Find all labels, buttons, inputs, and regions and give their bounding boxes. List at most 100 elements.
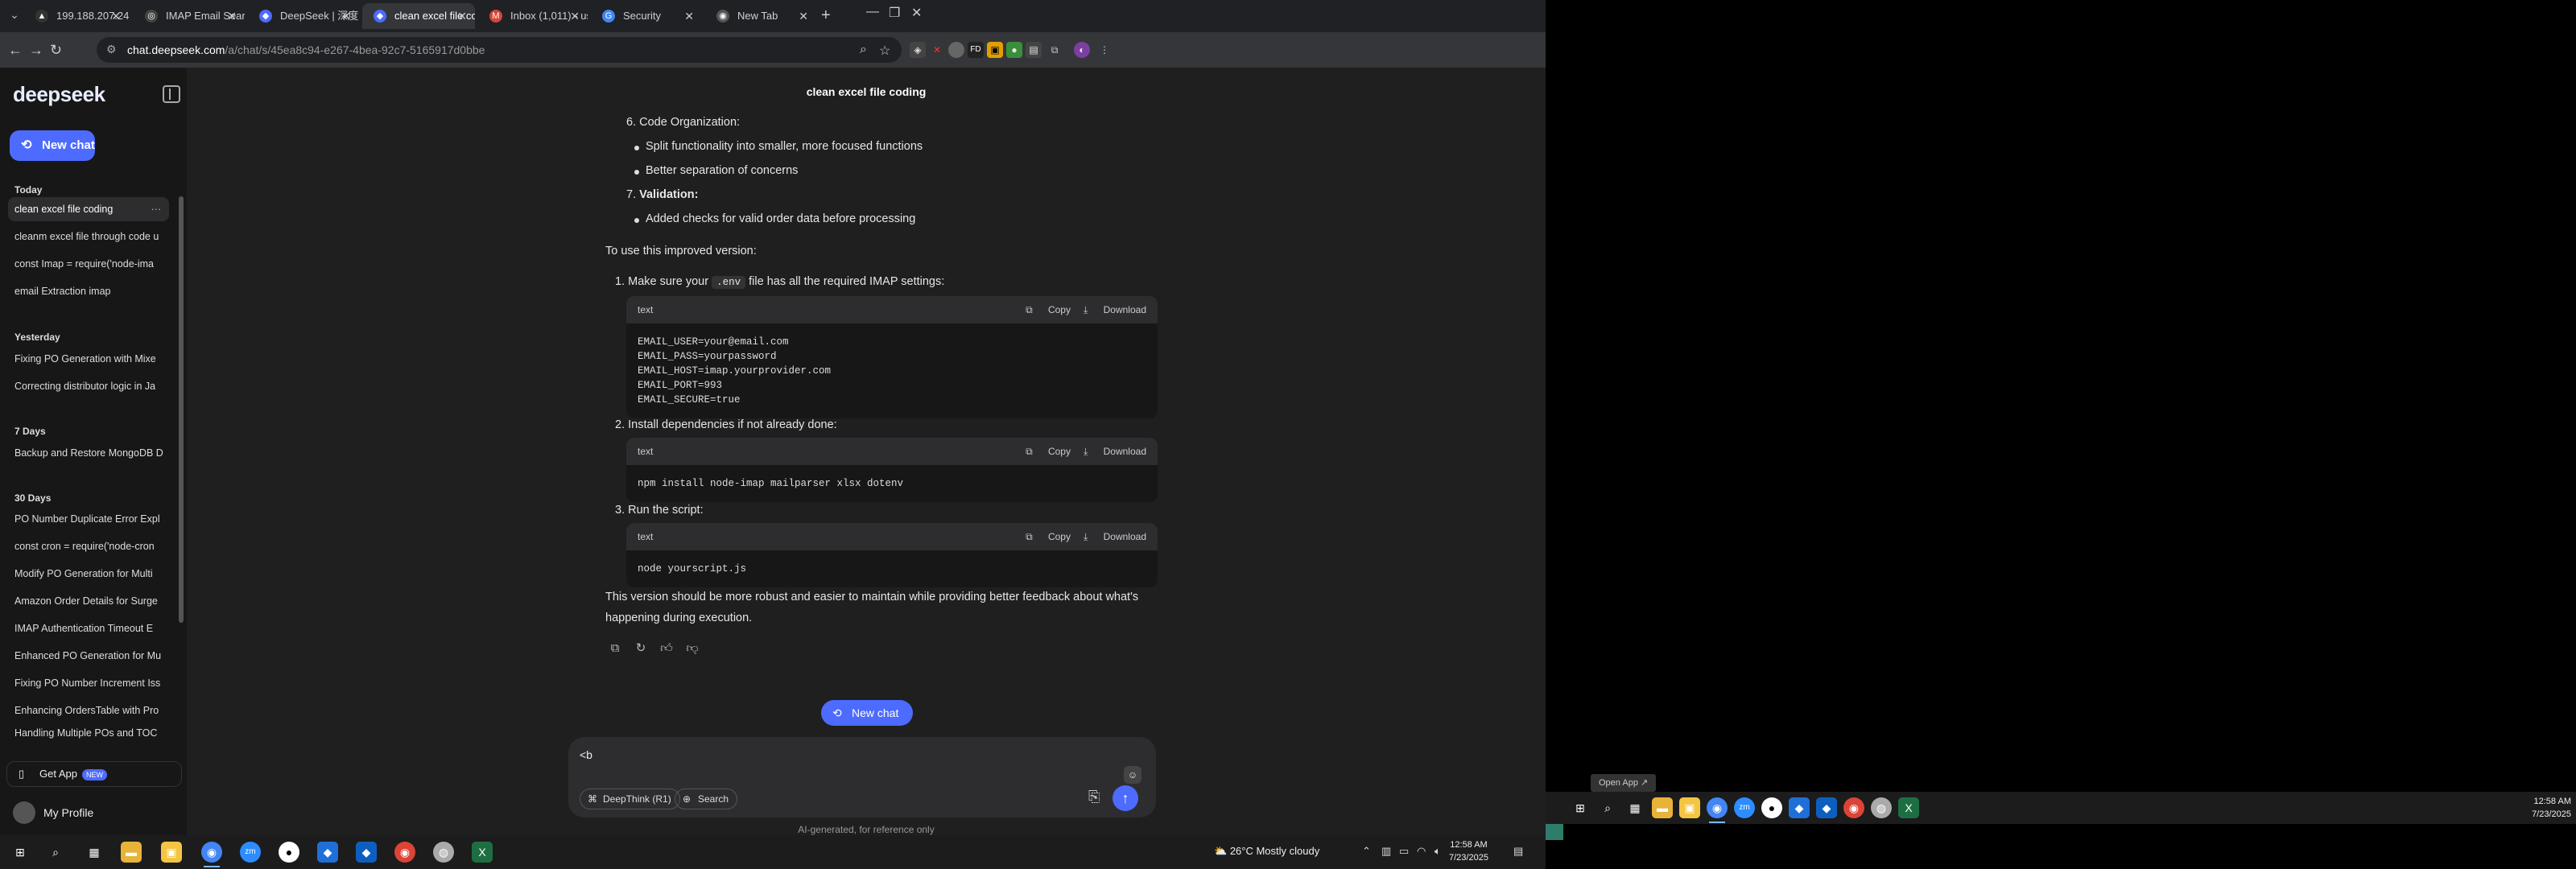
store-icon[interactable]: ▣ (1679, 797, 1700, 818)
tray-chevron-icon[interactable]: ⌃ (1362, 845, 1371, 858)
copy-button[interactable]: ⧉ Copy (1026, 531, 1071, 542)
message-input[interactable]: <b (580, 748, 592, 761)
app-icon[interactable]: ● (1761, 797, 1782, 818)
excel-icon[interactable]: X (1898, 797, 1919, 818)
history-item[interactable]: Handling Multiple POs and TOC (8, 726, 169, 740)
new-tab-plus-icon[interactable]: + (821, 6, 831, 25)
tab-4[interactable]: MInbox (1,011) - usamabin2580✕ (478, 3, 588, 29)
vscode-icon[interactable]: ◆ (356, 842, 377, 863)
forward-icon[interactable]: → (29, 42, 43, 59)
zoom-app-icon[interactable]: zm (1734, 797, 1755, 818)
menu-dots-icon[interactable]: ⋮ (1096, 42, 1113, 58)
task-view-icon[interactable]: ▦ (1624, 797, 1645, 818)
extension-circle-icon[interactable] (948, 42, 964, 58)
copy-button[interactable]: ⧉ Copy (1026, 304, 1071, 315)
copy-message-icon[interactable]: ⧉ (605, 641, 625, 655)
restore-icon[interactable]: ❐ (889, 5, 900, 21)
chrome-profile-icon[interactable]: ◉ (1843, 797, 1864, 818)
tab-1[interactable]: ◎IMAP Email Search Script✕ (134, 3, 245, 29)
sidebar-collapse-icon[interactable] (163, 85, 180, 103)
store-icon[interactable]: ▣ (161, 842, 182, 863)
thumbs-down-icon[interactable]: 👎︎ (683, 641, 702, 656)
history-item[interactable]: Modify PO Generation for Multi (8, 562, 169, 586)
sidebar-scrollbar[interactable] (179, 196, 184, 623)
file-explorer-icon[interactable]: ▬ (121, 842, 142, 863)
excel-icon[interactable]: X (472, 842, 493, 863)
download-button[interactable]: ⤓ Download (1084, 446, 1146, 457)
download-button[interactable]: ⤓ Download (1084, 304, 1146, 315)
close-icon[interactable]: ✕ (227, 3, 237, 29)
app-icon[interactable]: ◍ (433, 842, 454, 863)
app-icon[interactable]: ◍ (1871, 797, 1892, 818)
tab-3-active[interactable]: ◆clean excel file coding - Deep✕ (362, 3, 475, 29)
history-item[interactable]: Backup and Restore MongoDB D (8, 441, 169, 465)
history-item-active[interactable]: clean excel file coding ··· (8, 197, 169, 221)
extension-x-icon[interactable]: ✕ (929, 42, 945, 58)
new-chat-button[interactable]: ⟲ New chat (10, 130, 95, 161)
history-item[interactable]: cleanm excel file through code u (8, 224, 169, 249)
history-item[interactable]: PO Number Duplicate Error Expl (8, 507, 169, 531)
copy-button[interactable]: ⧉ Copy (1026, 446, 1071, 457)
history-item[interactable]: const cron = require('node-cron (8, 534, 169, 558)
regenerate-icon[interactable]: ↻ (631, 640, 650, 655)
app-icon[interactable]: ● (279, 842, 299, 863)
close-icon[interactable]: ✕ (570, 3, 580, 29)
bookmark-star-icon[interactable]: ☆ (879, 43, 890, 59)
tab-2[interactable]: ◆DeepSeek | 深度求索✕ (248, 3, 359, 29)
reload-icon[interactable]: ↻ (50, 42, 62, 59)
history-item[interactable]: Fixing PO Generation with Mixe (8, 347, 169, 371)
profile-button[interactable]: My Profile (13, 801, 93, 824)
minimize-icon[interactable]: — (866, 5, 879, 19)
window-close-icon[interactable]: ✕ (911, 5, 922, 21)
volume-icon[interactable]: 🔈︎ (1435, 845, 1441, 858)
back-icon[interactable]: ← (8, 42, 23, 59)
site-info-icon[interactable]: ⚙ (106, 43, 117, 56)
extension-badge-icon[interactable]: ▣ (987, 42, 1003, 58)
secondary-clock[interactable]: 12:58 AM 7/23/2025 (2532, 795, 2571, 821)
history-item[interactable]: Fixing PO Number Increment Iss (8, 671, 169, 695)
task-view-icon[interactable]: ▦ (84, 842, 105, 863)
extension-gray-icon[interactable]: ▤ (1026, 42, 1042, 58)
zoom-icon[interactable]: ⌕ (860, 43, 867, 57)
battery-icon[interactable]: ▭ (1399, 845, 1409, 858)
url-text[interactable]: chat.deepseek.com/a/chat/s/45ea8c94-e267… (127, 43, 485, 56)
attach-icon[interactable]: ⎘ (1088, 789, 1100, 805)
more-options-icon[interactable]: ··· (151, 197, 162, 221)
history-item[interactable]: const Imap = require('node-ima (8, 252, 169, 276)
history-item[interactable]: Correcting distributor logic in Ja (8, 374, 169, 398)
tab-search-icon[interactable]: ⌄ (6, 8, 23, 24)
search-icon[interactable]: ⌕ (45, 842, 66, 863)
taskbar-clock[interactable]: 12:58 AM 7/23/2025 (1449, 838, 1488, 864)
tab-0[interactable]: ▲199.188.207.24:10000/dashbo✕ (24, 3, 129, 29)
weather-widget[interactable]: ⛅ 26°C Mostly cloudy (1214, 845, 1319, 858)
extensions-puzzle-icon[interactable]: ⧉ (1046, 42, 1063, 58)
send-button[interactable]: ↑ (1113, 785, 1138, 811)
close-icon[interactable]: ✕ (684, 3, 694, 29)
search-toggle[interactable]: ⊕ Search (675, 789, 738, 809)
chrome-profile-icon[interactable]: ◉ (394, 842, 415, 863)
chrome-icon[interactable]: ◉ (1707, 797, 1728, 823)
vscode-icon[interactable]: ◆ (1816, 797, 1837, 818)
history-item[interactable]: IMAP Authentication Timeout E (8, 616, 169, 640)
chrome-icon[interactable]: ◉ (201, 842, 222, 867)
open-app-tooltip[interactable]: Open App ↗ (1591, 774, 1657, 792)
history-item[interactable]: Enhancing OrdersTable with Pro (8, 698, 169, 723)
extension-icon[interactable]: ◈ (910, 42, 926, 58)
vscode-icon[interactable]: ◆ (317, 842, 338, 863)
close-icon[interactable]: ✕ (341, 3, 351, 29)
notification-icon[interactable]: ▤ (1513, 845, 1523, 858)
close-icon[interactable]: ✕ (111, 3, 121, 29)
history-item[interactable]: email Extraction imap (8, 279, 169, 303)
extension-green-icon[interactable]: ● (1006, 42, 1022, 58)
extension-fd-icon[interactable]: FD (968, 42, 984, 58)
download-button[interactable]: ⤓ Download (1084, 531, 1146, 542)
close-icon[interactable]: ✕ (457, 3, 467, 29)
vscode-icon[interactable]: ◆ (1789, 797, 1810, 818)
thumbs-up-icon[interactable]: 👍︎ (657, 641, 676, 656)
profile-avatar-icon[interactable]: ◐ (1074, 42, 1090, 58)
wifi-icon[interactable]: ◠ (1417, 845, 1426, 858)
history-item[interactable]: Amazon Order Details for Surge (8, 589, 169, 613)
windows-start-icon[interactable]: ⊞ (1570, 797, 1591, 818)
zoom-app-icon[interactable]: zm (240, 842, 261, 863)
new-chat-floating-button[interactable]: ⟲ New chat (821, 700, 913, 726)
